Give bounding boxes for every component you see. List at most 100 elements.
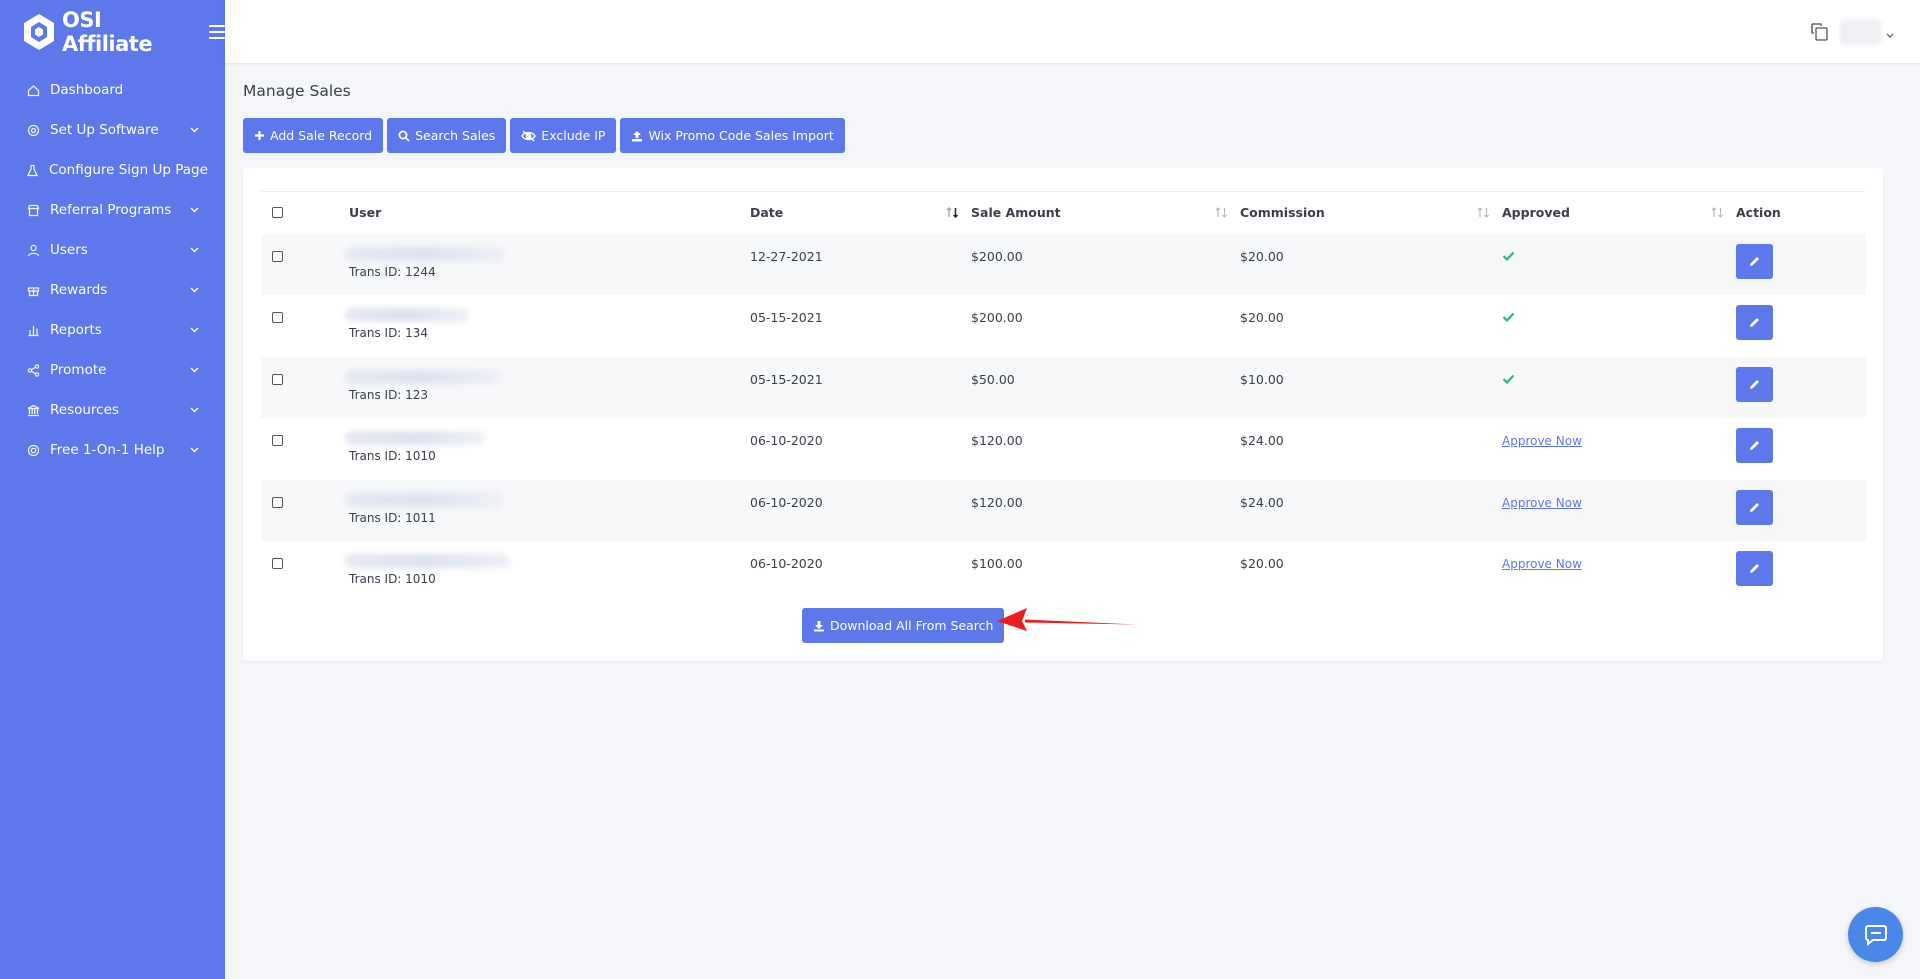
edit-button[interactable] bbox=[1736, 489, 1773, 525]
pencil-icon bbox=[1750, 256, 1759, 266]
sidebar-item-users[interactable]: Users bbox=[0, 230, 225, 270]
edit-button[interactable] bbox=[1736, 428, 1773, 463]
topbar bbox=[225, 0, 1920, 63]
cog-icon bbox=[26, 123, 40, 137]
sidebar-item-label: Referral Programs bbox=[50, 202, 172, 218]
row-checkbox[interactable] bbox=[272, 312, 283, 323]
column-header-approved[interactable]: Approved bbox=[1502, 192, 1736, 234]
chevron-down-icon bbox=[1886, 23, 1894, 42]
sidebar-item-referral-programs[interactable]: Referral Programs bbox=[0, 190, 225, 230]
upload-icon bbox=[632, 130, 643, 141]
search-icon bbox=[398, 130, 410, 142]
column-header-action: Action bbox=[1736, 192, 1866, 234]
add-sale-record-label: Add Sale Record bbox=[270, 128, 373, 143]
edit-button[interactable] bbox=[1736, 366, 1773, 402]
sale-date: 12-27-2021 bbox=[750, 248, 823, 264]
sidebar-item-label: Configure Sign Up Page bbox=[49, 162, 208, 178]
table-row: Trans ID: 123 05-15-2021 $50.00 $10.00 bbox=[261, 356, 1866, 418]
user-name-redacted[interactable] bbox=[345, 554, 510, 568]
sale-amount: $120.00 bbox=[971, 494, 1023, 510]
column-header-commission[interactable]: Commission bbox=[1240, 192, 1502, 234]
user-name-redacted[interactable] bbox=[345, 369, 500, 384]
chevron-down-icon bbox=[189, 285, 199, 295]
row-checkbox[interactable] bbox=[272, 435, 283, 446]
wix-import-button[interactable]: Wix Promo Code Sales Import bbox=[620, 118, 845, 153]
sale-amount: $200.00 bbox=[971, 248, 1023, 264]
row-checkbox[interactable] bbox=[272, 558, 283, 569]
chevron-down-icon bbox=[189, 125, 199, 135]
avatar bbox=[1840, 19, 1882, 45]
row-checkbox[interactable] bbox=[272, 373, 283, 385]
sidebar-item-rewards[interactable]: Rewards bbox=[0, 270, 225, 310]
sidebar-item-dashboard[interactable]: Dashboard bbox=[0, 70, 225, 110]
sidebar-item-promote[interactable]: Promote bbox=[0, 350, 225, 390]
hamburger-menu-icon[interactable] bbox=[209, 25, 225, 39]
user-menu[interactable] bbox=[1840, 18, 1895, 46]
sale-date: 05-15-2021 bbox=[750, 371, 823, 387]
download-all-button[interactable]: Download All From Search bbox=[802, 608, 1005, 643]
edit-button[interactable] bbox=[1736, 243, 1773, 279]
check-icon bbox=[1502, 310, 1515, 325]
user-name-redacted[interactable] bbox=[345, 492, 503, 507]
bank-icon bbox=[26, 403, 40, 417]
lifebuoy-icon bbox=[26, 443, 40, 457]
approve-now-link[interactable]: Approve Now bbox=[1502, 496, 1582, 510]
column-header-label: User bbox=[349, 205, 382, 221]
approve-now-link[interactable]: Approve Now bbox=[1502, 557, 1582, 571]
flask-icon bbox=[26, 163, 39, 177]
trans-id: Trans ID: 1244 bbox=[349, 264, 436, 279]
user-name-redacted[interactable] bbox=[345, 246, 505, 261]
add-sale-record-button[interactable]: Add Sale Record bbox=[243, 118, 384, 153]
home-icon bbox=[26, 83, 40, 97]
edit-button[interactable] bbox=[1736, 551, 1773, 586]
commission: $20.00 bbox=[1240, 556, 1284, 571]
sidebar-item-configure-sign-up-page[interactable]: Configure Sign Up Page bbox=[0, 150, 225, 190]
gift-icon bbox=[26, 283, 40, 297]
commission: $20.00 bbox=[1240, 310, 1284, 325]
sort-icon bbox=[1215, 206, 1228, 221]
row-checkbox[interactable] bbox=[272, 250, 283, 262]
column-header-user[interactable]: User bbox=[349, 192, 750, 234]
select-all-checkbox[interactable] bbox=[272, 207, 283, 219]
chevron-down-icon bbox=[189, 325, 199, 335]
exclude-ip-label: Exclude IP bbox=[541, 128, 606, 143]
sale-date: 06-10-2020 bbox=[750, 494, 823, 510]
sale-amount: $100.00 bbox=[971, 556, 1023, 571]
sidebar: OSI Affiliate Dashboard Set Up Software … bbox=[0, 0, 225, 979]
table-row: Trans ID: 1011 06-10-2020 $120.00 $24.00… bbox=[261, 479, 1866, 541]
commission: $24.00 bbox=[1240, 433, 1284, 448]
approve-now-link[interactable]: Approve Now bbox=[1502, 434, 1582, 448]
sidebar-item-free-help[interactable]: Free 1-On-1 Help bbox=[0, 430, 225, 470]
table-row: Trans ID: 1010 06-10-2020 $100.00 $20.00… bbox=[261, 541, 1866, 603]
column-header-sale-amount[interactable]: Sale Amount bbox=[971, 192, 1240, 234]
trans-id: Trans ID: 1011 bbox=[349, 510, 436, 525]
fullscreen-icon[interactable] bbox=[1810, 22, 1830, 42]
pencil-icon bbox=[1750, 318, 1759, 327]
chevron-down-icon bbox=[189, 245, 199, 255]
user-name-redacted[interactable] bbox=[345, 308, 470, 322]
commission: $20.00 bbox=[1240, 248, 1284, 264]
user-name-redacted[interactable] bbox=[345, 431, 485, 445]
chat-widget-button[interactable] bbox=[1848, 907, 1903, 962]
sidebar-item-resources[interactable]: Resources bbox=[0, 390, 225, 430]
column-header-date[interactable]: Date bbox=[750, 192, 971, 234]
page-title: Manage Sales bbox=[243, 82, 351, 100]
check-icon bbox=[1502, 372, 1515, 387]
sale-amount: $50.00 bbox=[971, 371, 1015, 387]
search-sales-button[interactable]: Search Sales bbox=[387, 118, 507, 153]
row-checkbox[interactable] bbox=[272, 496, 283, 508]
commission: $24.00 bbox=[1240, 494, 1284, 510]
store-icon bbox=[26, 203, 40, 217]
hexagon-logo-icon[interactable] bbox=[22, 13, 56, 51]
brand-name[interactable]: OSI Affiliate bbox=[62, 8, 195, 56]
exclude-ip-button[interactable]: Exclude IP bbox=[510, 118, 617, 153]
pencil-icon bbox=[1750, 564, 1759, 573]
sidebar-item-set-up-software[interactable]: Set Up Software bbox=[0, 110, 225, 150]
chevron-down-icon bbox=[189, 445, 199, 455]
sidebar-item-label: Promote bbox=[50, 362, 107, 378]
edit-button[interactable] bbox=[1736, 305, 1773, 340]
bar-chart-icon bbox=[26, 323, 40, 337]
sidebar-item-label: Free 1-On-1 Help bbox=[50, 442, 165, 458]
sidebar-item-reports[interactable]: Reports bbox=[0, 310, 225, 350]
brand: OSI Affiliate bbox=[0, 0, 225, 64]
